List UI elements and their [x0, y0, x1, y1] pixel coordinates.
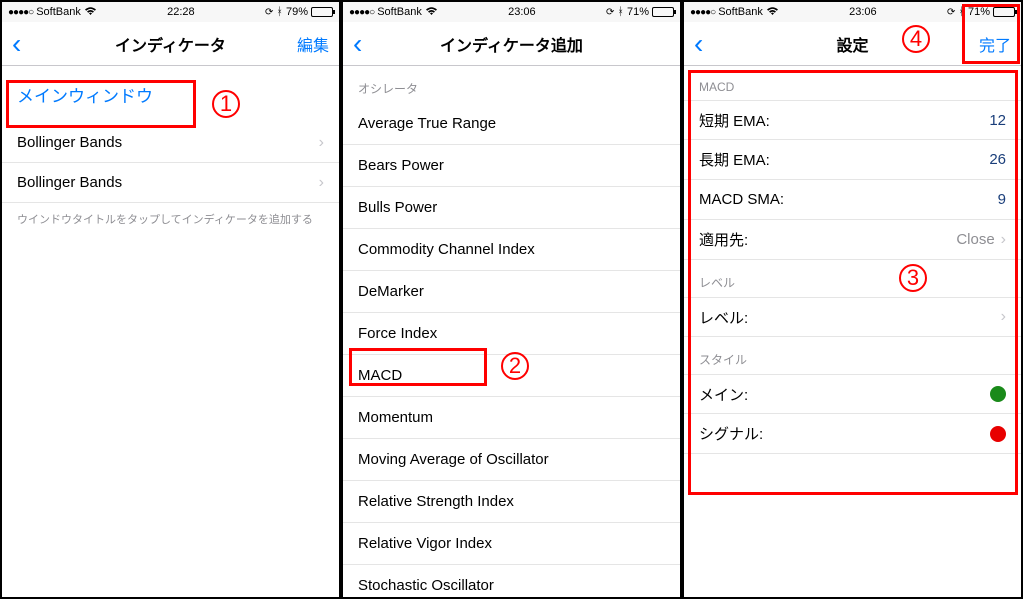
time-label: 22:28 — [167, 6, 195, 18]
row-value: 26 — [989, 151, 1006, 168]
wifi-icon — [766, 6, 779, 19]
battery-icon — [993, 7, 1015, 17]
row-value: 9 — [998, 191, 1006, 208]
settings-row[interactable]: レベル: › — [684, 297, 1021, 337]
nav-title: インディケータ追加 — [343, 32, 680, 56]
footer-note: ウインドウタイトルをタップしてインディケータを追加する — [2, 203, 339, 235]
row-label: 適用先: — [699, 229, 748, 250]
row-label: Bollinger Bands — [17, 134, 122, 151]
time-label: 23:06 — [849, 6, 877, 18]
row-value: 12 — [989, 112, 1006, 129]
oscillator-row[interactable]: Moving Average of Oscillator — [343, 439, 680, 481]
oscillator-row[interactable]: Bears Power — [343, 145, 680, 187]
settings-row[interactable]: メイン: — [684, 374, 1021, 414]
oscillator-row[interactable]: Force Index — [343, 313, 680, 355]
oscillator-row[interactable]: Relative Strength Index — [343, 481, 680, 523]
bluetooth-icon: ᚼ — [617, 6, 624, 18]
chevron-icon: › — [1001, 308, 1006, 326]
battery-pct: 71% — [627, 6, 649, 18]
back-button[interactable]: ‹ — [12, 30, 42, 58]
chevron-icon: › — [319, 174, 324, 192]
orientation-lock-icon: ⟳ — [265, 7, 273, 18]
color-dot — [990, 426, 1006, 442]
oscillator-row[interactable]: DeMarker — [343, 271, 680, 313]
oscillator-row[interactable]: Commodity Channel Index — [343, 229, 680, 271]
row-value: Close — [956, 231, 994, 248]
screen-settings: ●●●●○ SoftBank 23:06 ⟳ ᚼ 71% ‹ 設定 完了 MAC… — [682, 0, 1023, 599]
carrier-label: SoftBank — [377, 6, 422, 18]
battery-pct: 79% — [286, 6, 308, 18]
wifi-icon — [425, 6, 438, 19]
back-button[interactable]: ‹ — [353, 30, 383, 58]
orientation-lock-icon: ⟳ — [606, 7, 614, 18]
signal-dots: ●●●●○ — [690, 7, 715, 18]
color-dot — [990, 386, 1006, 402]
settings-row[interactable]: MACD SMA: 9 — [684, 180, 1021, 220]
row-label: レベル: — [699, 307, 748, 328]
content: オシレータ Average True RangeBears PowerBulls… — [343, 66, 680, 597]
carrier-label: SoftBank — [36, 6, 81, 18]
bluetooth-icon: ᚼ — [958, 6, 965, 18]
chevron-icon: › — [1001, 231, 1006, 249]
section-header-style: スタイル — [684, 337, 1021, 374]
content: メインウィンドウ Bollinger Bands › Bollinger Ban… — [2, 66, 339, 597]
nav-bar: ‹ 設定 完了 — [684, 22, 1021, 66]
settings-row[interactable]: 適用先: Close › — [684, 220, 1021, 260]
chevron-icon: › — [319, 134, 324, 152]
nav-bar: ‹ インディケータ 編集 — [2, 22, 339, 66]
time-label: 23:06 — [508, 6, 536, 18]
indicator-row[interactable]: Bollinger Bands › — [2, 163, 339, 203]
oscillator-row[interactable]: Stochastic Oscillator — [343, 565, 680, 597]
indicator-row[interactable]: Bollinger Bands › — [2, 123, 339, 163]
content: MACD 短期 EMA: 12 長期 EMA: 26 MACD SMA: 9 適用先: Clo… — [684, 66, 1021, 597]
row-label: Bollinger Bands — [17, 174, 122, 191]
battery-icon — [311, 7, 333, 17]
wifi-icon — [84, 6, 97, 19]
row-label: 長期 EMA: — [699, 149, 770, 170]
status-bar: ●●●●○ SoftBank 23:06 ⟳ ᚼ 71% — [684, 2, 1021, 22]
main-window-button[interactable]: メインウィンドウ — [2, 66, 339, 123]
row-label: シグナル: — [699, 423, 763, 444]
signal-dots: ●●●●○ — [8, 7, 33, 18]
orientation-lock-icon: ⟳ — [947, 7, 955, 18]
row-label: 短期 EMA: — [699, 110, 770, 131]
settings-row[interactable]: シグナル: — [684, 414, 1021, 454]
battery-pct: 71% — [968, 6, 990, 18]
section-header: オシレータ — [343, 66, 680, 103]
oscillator-row[interactable]: Relative Vigor Index — [343, 523, 680, 565]
section-header-level: レベル — [684, 260, 1021, 297]
carrier-label: SoftBank — [718, 6, 763, 18]
section-header-macd: MACD — [684, 66, 1021, 100]
row-label: MACD SMA: — [699, 191, 784, 208]
row-label: メイン: — [699, 384, 748, 405]
edit-button[interactable]: 編集 — [289, 32, 329, 56]
battery-icon — [652, 7, 674, 17]
oscillator-row[interactable]: Average True Range — [343, 103, 680, 145]
settings-row[interactable]: 長期 EMA: 26 — [684, 140, 1021, 180]
back-button[interactable]: ‹ — [694, 30, 724, 58]
bluetooth-icon: ᚼ — [276, 6, 283, 18]
oscillator-row[interactable]: MACD — [343, 355, 680, 397]
done-button[interactable]: 完了 — [971, 32, 1011, 56]
screen-indicators: ●●●●○ SoftBank 22:28 ⟳ ᚼ 79% ‹ インディケータ 編… — [0, 0, 341, 599]
nav-bar: ‹ インディケータ追加 — [343, 22, 680, 66]
status-bar: ●●●●○ SoftBank 22:28 ⟳ ᚼ 79% — [2, 2, 339, 22]
signal-dots: ●●●●○ — [349, 7, 374, 18]
status-bar: ●●●●○ SoftBank 23:06 ⟳ ᚼ 71% — [343, 2, 680, 22]
screen-add-indicator: ●●●●○ SoftBank 23:06 ⟳ ᚼ 71% ‹ インディケータ追加… — [341, 0, 682, 599]
settings-row[interactable]: 短期 EMA: 12 — [684, 100, 1021, 140]
oscillator-row[interactable]: Bulls Power — [343, 187, 680, 229]
oscillator-row[interactable]: Momentum — [343, 397, 680, 439]
